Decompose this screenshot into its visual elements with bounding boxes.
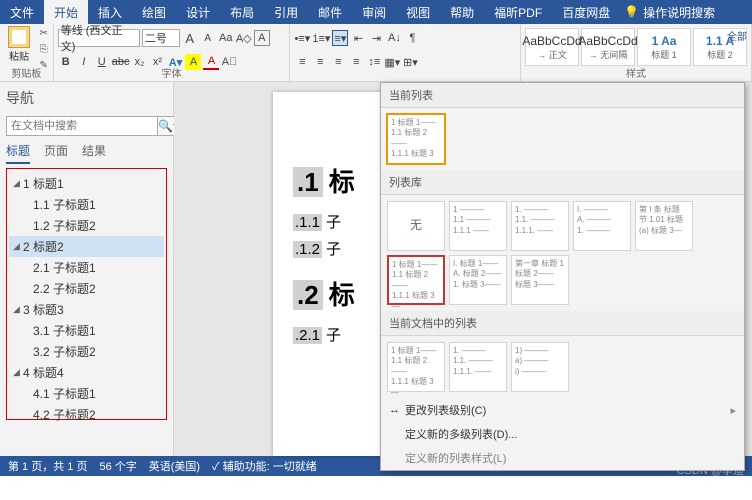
heading-item[interactable]: ◢3 标题3 — [9, 299, 164, 320]
change-case-button[interactable]: Aa — [218, 30, 234, 46]
decrease-indent-button[interactable]: ⇤ — [350, 30, 366, 46]
style-normal[interactable]: AaBbCcDd→ 正文 — [525, 28, 579, 66]
tab-references[interactable]: 引用 — [264, 0, 308, 24]
clipboard-group-label: 剪贴板 — [0, 65, 53, 80]
tell-me-search[interactable]: 💡操作说明搜索 — [624, 4, 715, 21]
dropdown-section-library: 列表库 — [381, 170, 744, 195]
tab-file[interactable]: 文件 — [0, 0, 44, 24]
tab-insert[interactable]: 插入 — [88, 0, 132, 24]
list-preset-current[interactable]: 1 标题 1—— 1.1 标题 2—— 1.1.1 标题 3— — [387, 114, 445, 164]
tab-review[interactable]: 审阅 — [352, 0, 396, 24]
heading-subitem[interactable]: 1.1 子标题1 — [9, 194, 164, 215]
collapse-icon: ◢ — [13, 178, 23, 189]
tab-view[interactable]: 视图 — [396, 0, 440, 24]
status-words[interactable]: 56 个字 — [99, 458, 136, 474]
multilevel-list-dropdown: 当前列表 1 标题 1—— 1.1 标题 2—— 1.1.1 标题 3— 列表库… — [380, 82, 745, 471]
tab-draw[interactable]: 绘图 — [132, 0, 176, 24]
justify-button[interactable]: ≡ — [348, 54, 364, 70]
define-list-style-menu[interactable]: 定义新的列表样式(L) — [381, 446, 744, 470]
list-preset[interactable]: 第 I 条 标题 节 1.01 标题 (a) 标题 3— — [635, 201, 693, 251]
dropdown-section-current: 当前列表 — [381, 83, 744, 108]
shrink-font-button[interactable]: A — [200, 30, 216, 46]
tab-foxit[interactable]: 福昕PDF — [484, 0, 552, 24]
align-right-button[interactable]: ≡ — [330, 54, 346, 70]
dropdown-section-doc: 当前文档中的列表 — [381, 311, 744, 336]
grow-font-button[interactable]: A — [182, 30, 198, 46]
font-size-select[interactable]: 二号 — [142, 29, 180, 47]
align-center-button[interactable]: ≡ — [312, 54, 328, 70]
status-page[interactable]: 第 1 页，共 1 页 — [8, 458, 87, 474]
list-preset[interactable]: 1 ——— 1.1 ——— 1.1.1 —— — [449, 201, 507, 251]
define-multilevel-menu[interactable]: 定义新的多级列表(D)... — [381, 422, 744, 446]
clear-format-button[interactable]: A◇ — [236, 30, 252, 46]
copy-icon[interactable]: ⎘ — [37, 42, 51, 56]
nav-title: 导航 — [6, 88, 167, 108]
status-language[interactable]: 英语(美国) — [149, 458, 200, 474]
styles-all-button[interactable]: 全部 — [727, 28, 747, 43]
heading-subitem[interactable]: 1.2 子标题2 — [9, 215, 164, 236]
heading-item[interactable]: ◢2 标题2 — [9, 236, 164, 257]
change-list-level-menu[interactable]: ↔更改列表级别(C)▸ — [381, 398, 744, 422]
heading-item[interactable]: ◢4 标题4 — [9, 362, 164, 383]
styles-group-label: 样式 — [521, 65, 751, 80]
list-preset[interactable]: I. 标题 1—— A. 标题 2—— 1. 标题 3—— — [449, 255, 507, 305]
navigation-pane: 导航 🔍▾ 标题 页面 结果 ◢1 标题1 1.1 子标题1 1.2 子标题2 … — [0, 82, 174, 456]
bullets-button[interactable]: •≡▾ — [294, 30, 310, 46]
shading-button[interactable]: ▦▾ — [384, 54, 400, 70]
style-nospacing[interactable]: AaBbCcDd→ 无间隔 — [581, 28, 635, 66]
list-preset[interactable]: 1) ——— a) ——— i) ——— — [511, 342, 569, 392]
nav-search-input[interactable] — [6, 116, 158, 136]
chevron-right-icon: ▸ — [730, 404, 736, 417]
phonetic-button[interactable]: A — [254, 30, 270, 46]
multilevel-button[interactable]: ≡▾ — [332, 30, 348, 46]
bulb-icon: 💡 — [624, 5, 639, 19]
tab-home[interactable]: 开始 — [44, 0, 88, 24]
clipboard-icon — [8, 26, 30, 48]
heading-subitem[interactable]: 2.2 子标题2 — [9, 278, 164, 299]
nav-tab-results[interactable]: 结果 — [82, 142, 106, 164]
collapse-icon: ◢ — [13, 304, 23, 315]
list-preset[interactable]: 1 标题 1—— 1.1 标题 2—— 1.1.1 标题 3— — [387, 342, 445, 392]
list-preset[interactable]: 1. ——— 1.1. ——— 1.1.1. —— — [449, 342, 507, 392]
nav-tab-headings[interactable]: 标题 — [6, 142, 30, 164]
tab-mailings[interactable]: 邮件 — [308, 0, 352, 24]
borders-button[interactable]: ⊞▾ — [402, 54, 418, 70]
heading-subitem[interactable]: 3.2 子标题2 — [9, 341, 164, 362]
sort-button[interactable]: A↓ — [386, 30, 402, 46]
headings-tree: ◢1 标题1 1.1 子标题1 1.2 子标题2 ◢2 标题2 2.1 子标题1… — [6, 168, 167, 420]
style-heading1[interactable]: 1 Aa标题 1 — [637, 28, 691, 66]
font-group-label: 字体 — [54, 65, 290, 80]
tab-help[interactable]: 帮助 — [440, 0, 484, 24]
heading-subitem[interactable]: 4.2 子标题2 — [9, 404, 164, 425]
list-preset[interactable]: 1. ——— 1.1. ——— 1.1.1. —— — [511, 201, 569, 251]
font-name-select[interactable]: 等线 (西文正文) — [58, 29, 140, 47]
align-left-button[interactable]: ≡ — [294, 54, 310, 70]
search-icon: 🔍 — [158, 119, 173, 133]
list-preset[interactable]: 第一章 标题 1 标题 2—— 标题 3—— — [511, 255, 569, 305]
numbering-button[interactable]: 1≡▾ — [312, 30, 330, 46]
nav-tab-pages[interactable]: 页面 — [44, 142, 68, 164]
paste-button[interactable]: 粘贴 — [4, 26, 34, 63]
show-marks-button[interactable]: ¶ — [404, 30, 420, 46]
heading-subitem[interactable]: 2.1 子标题1 — [9, 257, 164, 278]
collapse-icon: ◢ — [13, 241, 23, 252]
increase-indent-button[interactable]: ⇥ — [368, 30, 384, 46]
heading-item[interactable]: ◢1 标题1 — [9, 173, 164, 194]
tab-design[interactable]: 设计 — [176, 0, 220, 24]
cut-icon[interactable]: ✂ — [37, 26, 51, 40]
heading-subitem[interactable]: 3.1 子标题1 — [9, 320, 164, 341]
list-preset-selected[interactable]: 1 标题 1—— 1.1 标题 2—— 1.1.1 标题 3— — [387, 255, 445, 305]
list-preset-none[interactable]: 无 — [387, 201, 445, 251]
status-accessibility[interactable]: ✓ 辅助功能: 一切就绪 — [212, 458, 317, 474]
line-spacing-button[interactable]: ↕≡ — [366, 54, 382, 70]
collapse-icon: ◢ — [13, 367, 23, 378]
tab-layout[interactable]: 布局 — [220, 0, 264, 24]
tab-baidu[interactable]: 百度网盘 — [552, 0, 620, 24]
heading-subitem[interactable]: 4.1 子标题1 — [9, 383, 164, 404]
list-preset[interactable]: I. ——— A. ——— 1. ——— — [573, 201, 631, 251]
